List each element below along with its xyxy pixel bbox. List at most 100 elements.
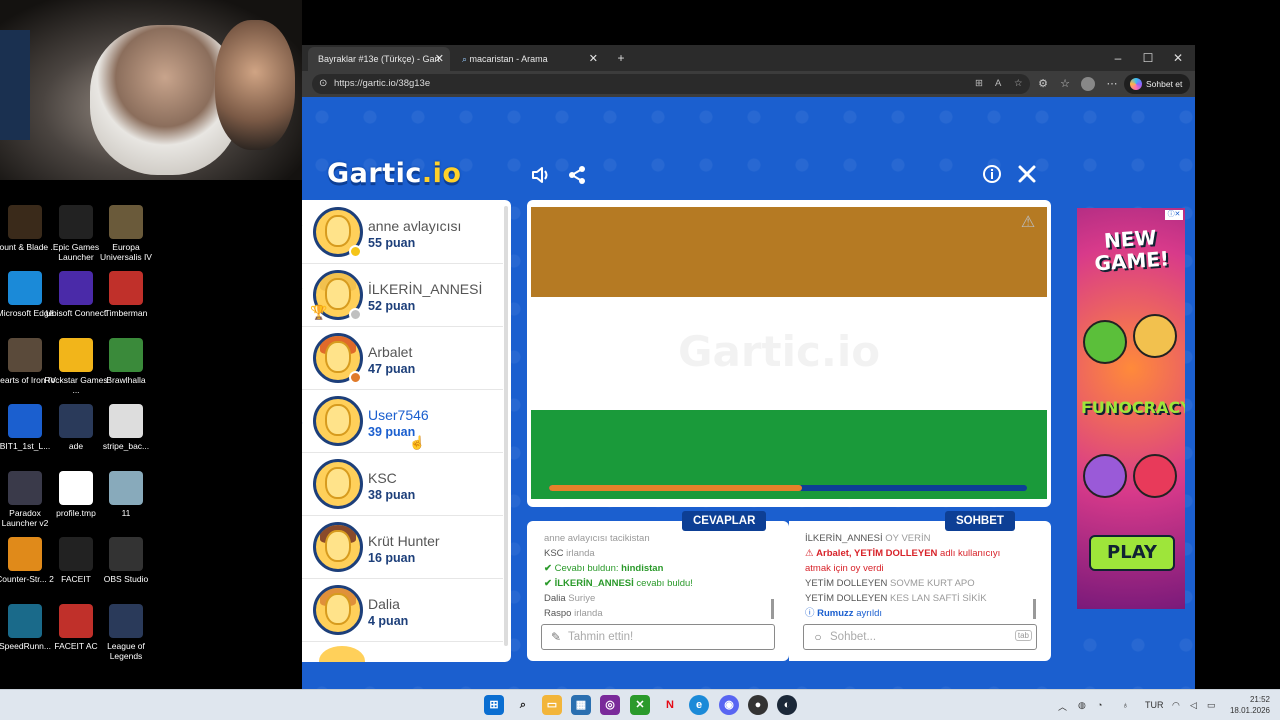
player-row[interactable]: ✔🏆 İLKERİN_ANNESİ 52 puan (302, 264, 503, 327)
chat-title: SOHBET (945, 511, 1015, 531)
desktop-shortcut-label: Brawlhalla (106, 375, 146, 385)
new-tab-button[interactable]: + (606, 45, 636, 71)
system-clock[interactable]: 21:52 18.01.2026 (1226, 694, 1270, 716)
message-line: ⚠ Arbalet, YETİM DOLLEYEN adlı kullanıcı… (805, 548, 1000, 560)
player-row[interactable]: KSC 38 puan (302, 453, 503, 516)
message-part: anne avlayıcısı (544, 533, 608, 544)
ad-play-button[interactable]: PLAY (1089, 535, 1175, 571)
player-score: 47 puan (368, 362, 416, 376)
message-part: atmak için oy verdi (805, 563, 884, 574)
player-list-scrollbar[interactable] (504, 206, 508, 646)
reader-icon[interactable]: ⊞ (975, 74, 983, 94)
tray-overflow-icon[interactable]: ︿ (1058, 700, 1067, 713)
xbox-icon[interactable]: ✕ (630, 695, 650, 715)
player-avatar (313, 522, 363, 572)
player-row[interactable]: ✎User754639 puan (302, 390, 503, 453)
translate-icon[interactable]: A (995, 74, 1001, 94)
tab-hint: tab (1014, 630, 1032, 641)
more-menu-icon[interactable]: ⋯ (1104, 76, 1120, 92)
message-part: adlı kullanıcıyı (937, 548, 1001, 559)
chat-input[interactable]: ○ Sohbet... tab (803, 624, 1037, 650)
drawing-canvas[interactable]: Gartic.io ⚠ (531, 207, 1047, 499)
discord-icon[interactable]: ◉ (719, 695, 739, 715)
message-part: KES LAN SAFTİ SİKİK (887, 593, 987, 604)
message-part: ayrıldı (853, 608, 883, 619)
edge-taskbar-icon[interactable]: e (689, 695, 709, 715)
desktop-shortcut[interactable]: League of Legends (93, 604, 159, 661)
mouse-cursor-icon: ☝ (409, 435, 426, 450)
profile-avatar-icon[interactable] (1081, 77, 1095, 91)
report-warning-icon[interactable]: ⚠ (1019, 214, 1037, 232)
player-row[interactable]: Arbalet 47 puan (302, 327, 503, 390)
close-room-icon[interactable] (1015, 164, 1039, 188)
player-avatar (313, 585, 363, 635)
url-field[interactable]: ⊙ https://gartic.io/38g13e ⊞ A ☆ (312, 74, 1030, 94)
start-windows-icon[interactable]: ⊞ (484, 695, 504, 715)
steam-icon[interactable]: ◐ (777, 695, 797, 715)
ubisoft-icon (59, 271, 93, 305)
volume-icon[interactable]: ◁ (1190, 700, 1197, 711)
ad-brand: FUNOCRACY (1081, 398, 1185, 417)
ad-character-icon (1133, 454, 1177, 498)
file-explorer-icon[interactable]: ▭ (542, 695, 562, 715)
desktop-shortcut[interactable]: Brawlhalla (93, 338, 159, 385)
netflix-icon[interactable]: N (660, 695, 680, 715)
language-indicator[interactable]: TUR (1145, 700, 1164, 710)
timer-progress-fill (549, 485, 803, 491)
wifi-icon[interactable]: ◠ (1172, 700, 1180, 711)
clock-time: 21:52 (1249, 695, 1270, 704)
player-row[interactable]: Krüt Hunter 16 puan (302, 516, 503, 579)
hearts-of-iron-icon (8, 338, 42, 372)
guess-input[interactable]: ✎ Tahmin ettin! (541, 624, 775, 650)
message-line: ✔ Cevabı buldun: hindistan (544, 563, 663, 575)
message-line: KSC irlanda (544, 548, 595, 560)
close-tab-icon[interactable]: ✕ (435, 47, 444, 71)
message-part: YETİM DOLLEYEN (805, 593, 888, 604)
search-icon[interactable]: ⌕ (513, 695, 533, 715)
chat-scrollbar[interactable] (1033, 599, 1036, 619)
favorites-icon[interactable]: ☆ (1057, 76, 1073, 92)
share-icon[interactable] (565, 164, 589, 188)
battery-icon[interactable]: ▭ (1207, 700, 1216, 711)
player-name: anne avlayıcısı (368, 218, 462, 234)
desktop-shortcut[interactable]: 11 (93, 471, 159, 518)
tab-search[interactable]: ⌕ macaristan - Arama ✕ (452, 47, 604, 71)
desktop-shortcut[interactable]: OBS Studio (93, 537, 159, 584)
copilot-button[interactable]: Sohbet et (1124, 74, 1190, 94)
favorite-star-icon[interactable]: ☆ (1014, 74, 1023, 94)
desktop-shortcut[interactable]: stripe_bac... (93, 404, 159, 451)
search-tab-icon: ⌕ (462, 54, 470, 64)
advertisement-banner[interactable]: ⓘ✕ NEW GAME! FUNOCRACY PLAY (1077, 208, 1185, 609)
guess-placeholder: Tahmin ettin! (568, 631, 634, 643)
photos-icon[interactable]: ◎ (600, 695, 620, 715)
player-row[interactable]: Dalia 4 puan (302, 579, 503, 642)
close-window-button[interactable]: ✕ (1163, 45, 1193, 71)
trophy-icon: 🏆 (310, 304, 328, 320)
maximize-button[interactable]: ☐ (1133, 45, 1163, 71)
tray-app-icon[interactable]: ◔ (1097, 700, 1102, 710)
gartic-logo: Gartic.io (327, 158, 461, 189)
message-part: KSC (544, 548, 564, 559)
desktop-shortcut[interactable]: Timberman (93, 271, 159, 318)
faceit-ac-icon (59, 604, 93, 638)
canvas-watermark: Gartic.io (678, 327, 881, 376)
sound-icon[interactable] (529, 164, 553, 188)
avatar-face (325, 404, 351, 436)
minimize-button[interactable]: – (1103, 45, 1133, 71)
tray-app-icon[interactable]: ◍ (1078, 700, 1086, 711)
info-icon[interactable] (980, 164, 1004, 188)
blank-file-icon (59, 471, 93, 505)
player-row[interactable]: ✔ anne avlayıcısı 55 puan (302, 201, 503, 264)
desktop-shortcut[interactable]: Europa Universalis IV (93, 205, 159, 262)
player-score: 55 puan (368, 236, 416, 250)
tab-gartic[interactable]: Bayraklar #13e (Türkçe) - Gart ✕ (308, 47, 450, 71)
ad-info-icon[interactable]: ⓘ✕ (1165, 210, 1183, 220)
extensions-icon[interactable]: ⚙ (1035, 76, 1051, 92)
player-name: Dalia (368, 596, 400, 612)
store-icon[interactable]: ▦ (571, 695, 591, 715)
epic-games-icon (59, 205, 93, 239)
close-tab-icon[interactable]: ✕ (589, 47, 598, 71)
microphone-icon[interactable]: ♁ (1122, 700, 1129, 710)
obs-taskbar-icon[interactable]: ● (748, 695, 768, 715)
answers-scrollbar[interactable] (771, 599, 774, 619)
